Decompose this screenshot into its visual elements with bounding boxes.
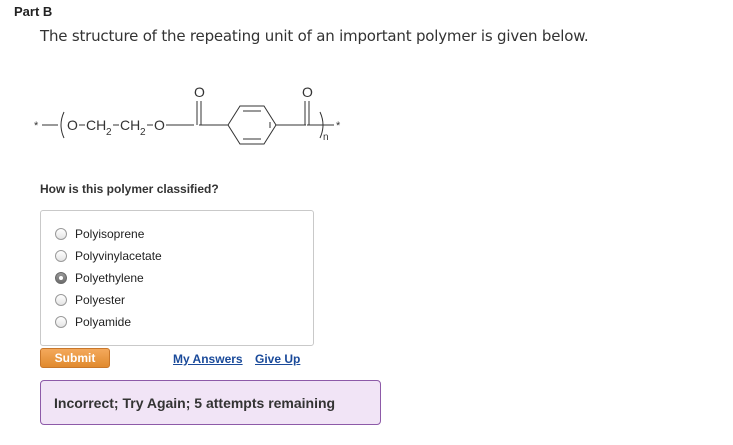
option-label: Polyamide xyxy=(75,315,132,329)
option-label: Polyisoprene xyxy=(75,227,145,241)
radio-button[interactable] xyxy=(55,250,67,262)
option-polyamide[interactable]: Polyamide xyxy=(55,313,131,331)
formula-oxygen-1: O xyxy=(67,117,78,133)
option-label: Polyester xyxy=(75,293,126,307)
radio-button[interactable] xyxy=(55,316,67,328)
formula-ch2-2: CH xyxy=(120,117,140,133)
repeat-subscript-n: n xyxy=(323,132,329,143)
formula-oxygen-2: O xyxy=(154,117,165,133)
formula-ch2-1: CH xyxy=(86,117,106,133)
formula-ch2-1-subscript: 2 xyxy=(106,127,112,138)
carbonyl-oxygen-1: O xyxy=(194,84,205,100)
benzene-ring xyxy=(227,105,277,145)
radio-button-selected[interactable] xyxy=(55,272,67,284)
option-label: Polyethylene xyxy=(75,271,144,285)
question-intro: The structure of the repeating unit of a… xyxy=(40,27,589,45)
option-polyethylene[interactable]: Polyethylene xyxy=(55,269,144,287)
radio-button[interactable] xyxy=(55,228,67,240)
radio-button[interactable] xyxy=(55,294,67,306)
feedback-text: Incorrect; Try Again; 5 attempts remaini… xyxy=(54,394,336,411)
my-answers-link[interactable]: My Answers xyxy=(173,352,243,366)
option-polyvinylacetate[interactable]: Polyvinylacetate xyxy=(55,247,162,265)
carbonyl-oxygen-2: O xyxy=(302,84,313,100)
feedback-message: Incorrect; Try Again; 5 attempts remaini… xyxy=(40,380,381,425)
polymer-structure-diagram: * O CH 2 CH 2 O O O n * xyxy=(34,84,341,145)
option-polyisoprene[interactable]: Polyisoprene xyxy=(55,225,144,243)
question-text: How is this polymer classified? xyxy=(40,182,219,196)
part-title: Part B xyxy=(14,4,53,19)
option-polyester[interactable]: Polyester xyxy=(55,291,125,309)
left-star: * xyxy=(34,120,39,132)
submit-button[interactable]: Submit xyxy=(40,348,110,368)
answer-options-box: Polyisoprene Polyvinylacetate Polyethyle… xyxy=(40,210,314,346)
give-up-link[interactable]: Give Up xyxy=(255,352,300,366)
right-star: * xyxy=(336,120,341,132)
option-label: Polyvinylacetate xyxy=(75,249,162,263)
formula-ch2-2-subscript: 2 xyxy=(140,127,146,138)
